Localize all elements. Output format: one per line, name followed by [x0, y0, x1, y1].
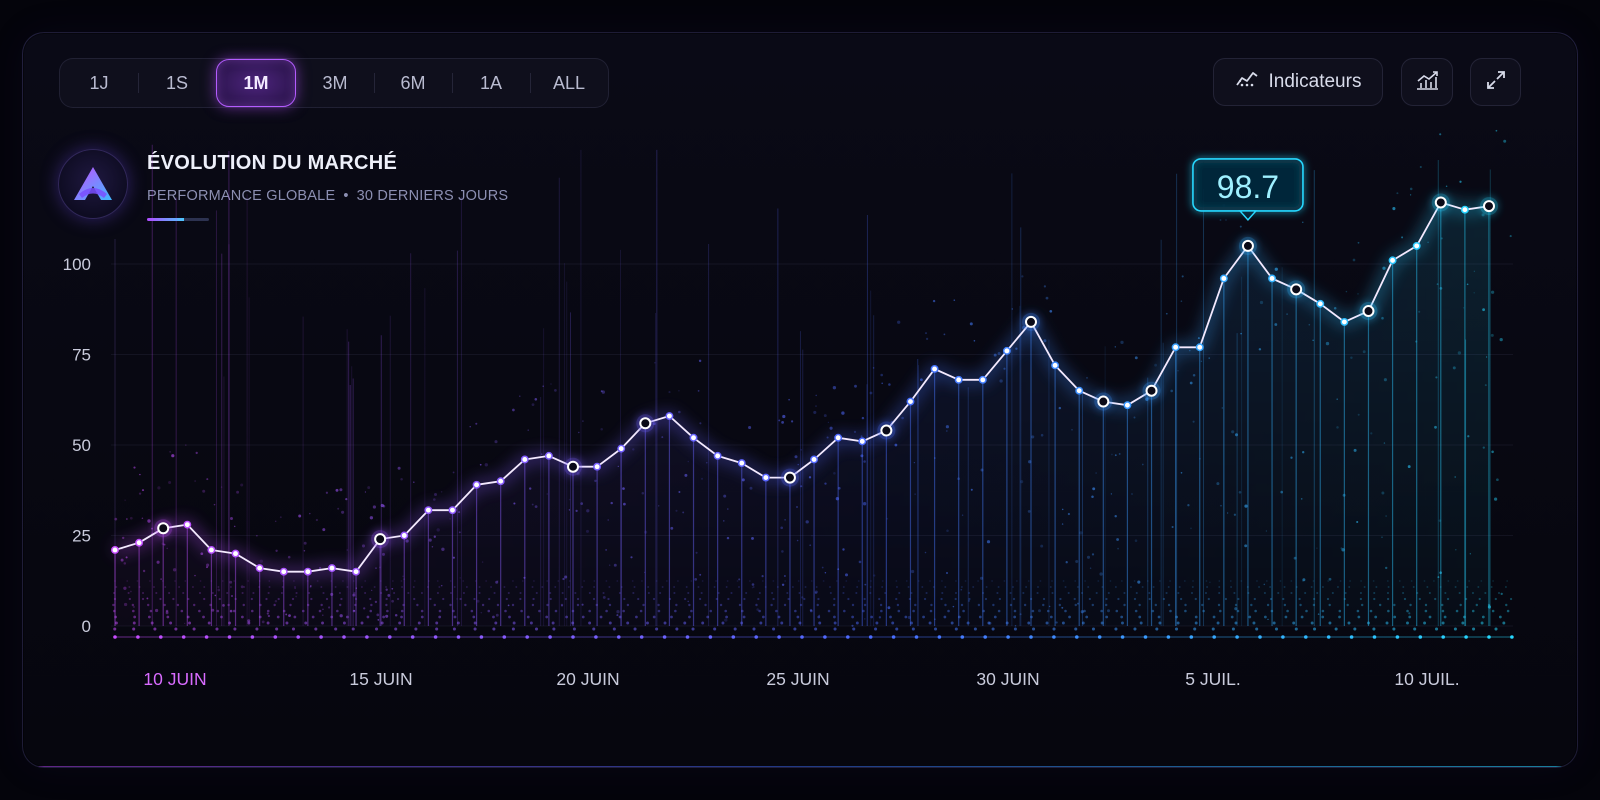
data-point[interactable] [593, 462, 602, 471]
y-tick-label: 25 [72, 527, 91, 546]
data-point[interactable] [1316, 299, 1325, 308]
data-point[interactable] [255, 564, 264, 573]
data-point[interactable] [954, 375, 963, 384]
data-point[interactable] [135, 538, 144, 547]
data-point[interactable] [617, 444, 626, 453]
data-point[interactable] [567, 460, 579, 473]
x-tick-label: 5 JUIL. [1185, 669, 1240, 689]
data-point[interactable] [1340, 317, 1349, 326]
data-point[interactable] [327, 564, 336, 573]
tooltip-value: 98.7 [1217, 169, 1279, 205]
data-point[interactable] [1268, 274, 1277, 283]
data-point[interactable] [737, 459, 746, 468]
data-point[interactable] [183, 520, 192, 529]
data-point[interactable] [424, 506, 433, 515]
data-point[interactable] [303, 567, 312, 576]
y-tick-label: 0 [82, 617, 91, 636]
x-tick-label: 30 JUIN [976, 669, 1039, 689]
data-point[interactable] [374, 533, 387, 546]
data-point[interactable] [111, 546, 119, 554]
data-point[interactable] [1123, 401, 1132, 410]
data-point[interactable] [1388, 256, 1397, 265]
data-point[interactable] [1195, 343, 1204, 352]
data-point[interactable] [1219, 274, 1228, 283]
data-point[interactable] [689, 433, 698, 442]
y-tick-label: 100 [63, 255, 91, 274]
data-point[interactable] [1075, 386, 1084, 395]
data-point[interactable] [858, 437, 867, 446]
data-point[interactable] [157, 522, 170, 535]
x-tick-label: 10 JUIN [143, 669, 206, 689]
data-point[interactable] [880, 424, 893, 437]
data-point[interactable] [810, 455, 819, 464]
data-point[interactable] [978, 375, 987, 384]
data-point[interactable] [1145, 384, 1158, 397]
data-point[interactable] [834, 433, 843, 442]
data-point[interactable] [1051, 361, 1060, 370]
data-point[interactable] [1002, 346, 1011, 355]
data-point[interactable] [906, 397, 915, 406]
chart-panel: 1J 1S 1M 3M 6M 1A ALL Indicateurs ÉVOLUT… [22, 32, 1578, 768]
data-point[interactable] [1290, 283, 1303, 296]
data-point[interactable] [1412, 241, 1421, 250]
data-point[interactable] [1460, 205, 1469, 214]
data-point[interactable] [639, 417, 652, 430]
data-point[interactable] [783, 471, 796, 484]
data-point[interactable] [713, 451, 722, 460]
data-point[interactable] [279, 567, 288, 576]
data-point[interactable] [207, 546, 216, 554]
y-tick-label: 75 [72, 346, 91, 365]
data-point[interactable] [400, 531, 409, 540]
data-point[interactable] [1171, 343, 1180, 352]
data-point[interactable] [1097, 395, 1110, 408]
data-point[interactable] [496, 477, 505, 486]
data-point[interactable] [1483, 200, 1495, 213]
data-point[interactable] [665, 412, 674, 420]
x-tick-label: 25 JUIN [766, 669, 829, 689]
data-point[interactable] [1434, 196, 1447, 209]
x-tick-label: 15 JUIN [349, 669, 412, 689]
data-point[interactable] [472, 480, 481, 489]
data-point[interactable] [1241, 239, 1254, 252]
value-tooltip: 98.7 [1192, 158, 1304, 221]
y-tick-label: 50 [72, 436, 91, 455]
data-point[interactable] [544, 451, 553, 460]
data-point[interactable] [761, 473, 770, 482]
data-point[interactable] [448, 506, 457, 515]
data-point[interactable] [352, 567, 361, 576]
x-tick-label: 10 JUIL. [1394, 669, 1459, 689]
market-line-chart: 100 75 50 25 0 10 JUIN 15 JUIN 20 JUIN 25 JUIN 30… [63, 129, 1514, 689]
data-point[interactable] [930, 365, 939, 373]
data-point[interactable] [1025, 315, 1037, 328]
x-tick-label: 20 JUIN [556, 669, 619, 689]
data-point[interactable] [520, 455, 529, 464]
data-point[interactable] [231, 549, 240, 558]
area-fill [115, 202, 1489, 626]
x-axis-baseline [113, 635, 1514, 639]
data-point[interactable] [1362, 305, 1375, 318]
